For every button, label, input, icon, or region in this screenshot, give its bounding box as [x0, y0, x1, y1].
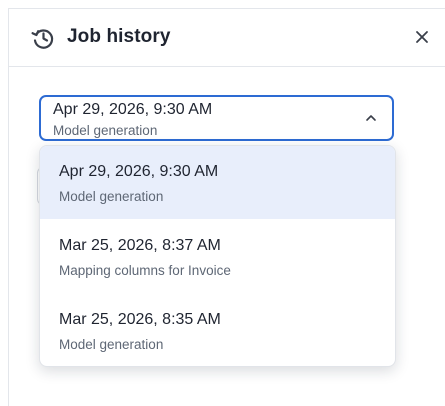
selected-job-type: Model generation — [53, 123, 158, 138]
job-option-type: Mapping columns for Invoice — [59, 263, 231, 278]
job-option[interactable]: Mar 25, 2026, 8:37 AM Mapping columns fo… — [40, 220, 395, 293]
selected-job-date: Apr 29, 2026, 9:30 AM — [53, 101, 213, 118]
job-option[interactable]: Mar 25, 2026, 8:35 AM Model generation — [40, 294, 395, 366]
job-option-date: Mar 25, 2026, 8:35 AM — [59, 311, 221, 328]
close-icon[interactable] — [412, 27, 432, 47]
chevron-up-icon — [366, 115, 376, 121]
job-option-date: Mar 25, 2026, 8:37 AM — [59, 237, 221, 254]
panel-title: Job history — [67, 26, 171, 47]
job-option-type: Model generation — [59, 337, 164, 352]
job-select[interactable]: Apr 29, 2026, 9:30 AM Model generation — [39, 95, 394, 141]
job-history-panel: Job history Apr 29, 2026, 9:30 AM Model … — [8, 8, 445, 406]
panel-header: Job history — [9, 9, 445, 67]
history-icon — [31, 29, 54, 49]
job-option-date: Apr 29, 2026, 9:30 AM — [59, 163, 219, 180]
job-option[interactable]: Apr 29, 2026, 9:30 AM Model generation — [40, 146, 395, 219]
job-option-type: Model generation — [59, 189, 164, 204]
job-dropdown-list: Apr 29, 2026, 9:30 AM Model generation M… — [39, 145, 396, 367]
